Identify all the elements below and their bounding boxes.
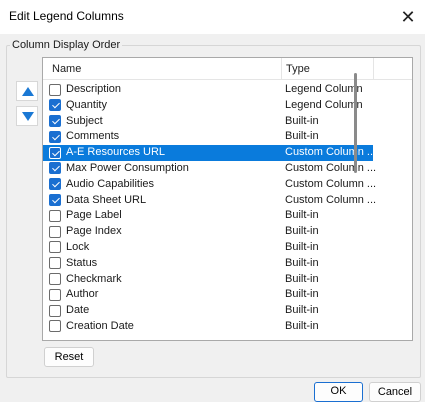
column-type: Built-in [285,256,319,269]
column-type: Built-in [285,288,319,301]
edit-legend-columns-dialog: Edit Legend Columns ✕ Column Display Ord… [0,0,425,402]
scrollbar-thumb[interactable] [354,73,357,173]
column-name: Checkmark [66,272,122,285]
move-up-button[interactable] [16,81,38,101]
column-type: Custom Column ... [285,177,377,190]
vertical-scrollbar[interactable] [395,71,403,340]
column-name: Page Label [66,209,122,222]
list-item[interactable]: A-E Resources URL Custom Column ... [43,145,377,161]
column-visible-checkbox[interactable] [49,304,61,317]
dialog-title: Edit Legend Columns [9,9,124,23]
column-type: Custom Column ... [285,161,377,174]
list-item[interactable]: Status Built-in [43,256,373,272]
column-name: Description [66,83,122,95]
column-name: Data Sheet URL [66,193,147,206]
arrow-up-icon [22,87,34,96]
column-type: Custom Column ... [285,146,377,159]
column-visible-checkbox[interactable] [49,273,61,286]
list-item[interactable]: Subject Built-in [43,114,373,130]
list-item[interactable]: Quantity Legend Column [43,98,373,114]
list-item[interactable]: Checkmark Built-in [43,272,373,288]
column-type: Legend Column [285,98,363,111]
list-item[interactable]: Data Sheet URL Custom Column ... [43,193,377,209]
list-item[interactable]: Creation Date Built-in [43,319,373,335]
header-divider [373,58,374,80]
column-visible-checkbox[interactable] [49,99,61,112]
list-item[interactable]: Page Index Built-in [43,224,373,240]
list-item[interactable]: Comments Built-in [43,129,373,145]
list-item[interactable]: Audio Capabilities Custom Column ... [43,177,377,193]
list-rows: Description Legend Column Quantity Legend C… [43,82,377,340]
list-item[interactable]: Lock Built-in [43,240,373,256]
column-type: Built-in [285,272,319,285]
column-visible-checkbox[interactable] [49,225,61,238]
column-name: Quantity [66,98,107,111]
column-name: Creation Date [66,319,134,332]
column-name: Lock [66,240,90,253]
column-visible-checkbox[interactable] [49,130,61,143]
column-visible-checkbox[interactable] [49,115,61,128]
column-visible-checkbox[interactable] [49,257,61,270]
ok-button[interactable]: OK [314,382,363,402]
reset-button[interactable]: Reset [44,347,94,367]
column-name: Date [66,304,90,317]
column-visible-checkbox[interactable] [49,146,61,159]
list-item[interactable]: Max Power Consumption Custom Column ... [43,161,377,177]
cancel-button[interactable]: Cancel [369,382,421,402]
column-type: Built-in [285,114,319,127]
column-type: Built-in [285,304,319,317]
header-divider [281,58,282,80]
column-visible-checkbox[interactable] [49,320,61,333]
column-type: Custom Column ... [285,193,377,206]
column-type: Built-in [285,130,319,143]
column-list[interactable]: Name Type Description Legend Column Quanti… [42,57,413,341]
column-visible-checkbox[interactable] [49,162,61,175]
column-type: Built-in [285,319,319,332]
column-visible-checkbox[interactable] [49,241,61,254]
column-name: Subject [66,114,103,127]
list-item[interactable]: Author Built-in [43,287,373,303]
column-visible-checkbox[interactable] [49,83,61,96]
column-name: Status [66,256,98,269]
column-type: Built-in [285,209,319,222]
column-header-name[interactable]: Name [52,63,81,75]
column-header-type[interactable]: Type [286,63,310,75]
column-visible-checkbox[interactable] [49,194,61,207]
group-label: Column Display Order [10,39,123,51]
column-visible-checkbox[interactable] [49,288,61,301]
title-bar: Edit Legend Columns ✕ [0,0,425,34]
column-type: Legend Column [285,83,363,95]
column-name: Audio Capabilities [66,177,155,190]
list-item[interactable]: Page Label Built-in [43,208,373,224]
column-visible-checkbox[interactable] [49,178,61,191]
column-type: Built-in [285,225,319,238]
column-type: Built-in [285,240,319,253]
arrow-down-icon [22,112,34,121]
close-button[interactable]: ✕ [391,0,425,34]
move-down-button[interactable] [16,106,38,126]
list-item[interactable] [43,335,373,340]
list-item[interactable]: Description Legend Column [43,82,373,98]
column-name: Max Power Consumption [66,161,189,174]
column-name: Author [66,288,99,301]
column-name: Comments [66,130,120,143]
list-item[interactable]: Date Built-in [43,303,373,319]
column-visible-checkbox[interactable] [49,209,61,222]
column-name: A-E Resources URL [66,146,166,159]
column-name: Page Index [66,225,122,238]
